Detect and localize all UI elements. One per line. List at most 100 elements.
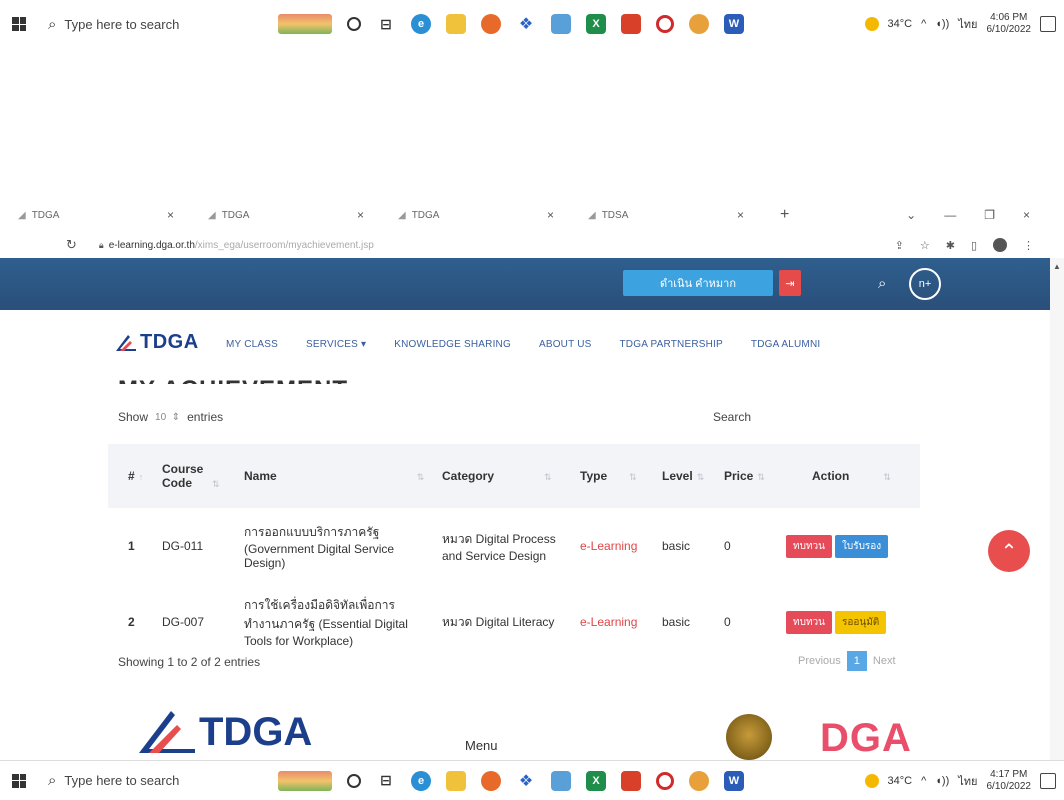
- col-num[interactable]: # ↑: [108, 444, 156, 508]
- chrome-icon[interactable]: [689, 14, 709, 34]
- chrome-icon[interactable]: [689, 770, 709, 791]
- file-explorer-icon[interactable]: [446, 14, 466, 34]
- firefox-icon[interactable]: [481, 770, 501, 791]
- edge-icon[interactable]: e: [411, 14, 431, 34]
- url-host[interactable]: e-learning.dga.or.th: [109, 240, 195, 251]
- nav-about-us[interactable]: ABOUT US: [539, 339, 592, 350]
- dropbox-icon[interactable]: ❖: [516, 14, 536, 34]
- col-name[interactable]: Name ⇅: [238, 444, 436, 508]
- sidebar-icon[interactable]: ▯: [971, 239, 977, 252]
- clock[interactable]: 4:06 PM 6/10/2022: [987, 12, 1032, 36]
- clock[interactable]: 4:17 PM 6/10/2022: [987, 769, 1032, 793]
- pending-approval-button[interactable]: รออนุมัติ: [834, 610, 887, 634]
- excel-icon[interactable]: X: [586, 14, 606, 34]
- cortana-icon[interactable]: [347, 17, 361, 31]
- restore-icon[interactable]: ❐: [984, 208, 995, 222]
- extensions-icon[interactable]: ✱: [946, 239, 955, 252]
- widgets-icon[interactable]: [278, 770, 332, 791]
- clock-date: 6/10/2022: [986, 780, 1032, 792]
- col-price[interactable]: Price ⇅: [718, 444, 780, 508]
- review-button[interactable]: ทบทวน: [786, 610, 832, 634]
- opera-icon[interactable]: [656, 15, 674, 33]
- speaker-icon[interactable]: ◖)): [935, 775, 949, 787]
- edge-icon[interactable]: e: [411, 770, 431, 791]
- new-tab-icon[interactable]: +: [780, 206, 789, 224]
- speaker-icon[interactable]: ◖)): [935, 18, 949, 30]
- entries-select[interactable]: 10 ⇕: [155, 412, 180, 423]
- chevron-up-icon[interactable]: ^: [921, 775, 926, 787]
- review-button[interactable]: ทบทวน: [786, 534, 832, 558]
- task-view-icon[interactable]: ⊟: [376, 771, 396, 791]
- close-tab-icon[interactable]: ×: [167, 208, 174, 222]
- network-app-icon[interactable]: [551, 14, 571, 34]
- menu-dots-icon[interactable]: ⋮: [1023, 239, 1034, 252]
- certificate-button[interactable]: ใบรับรอง: [834, 534, 889, 558]
- windows-start-icon[interactable]: [12, 17, 26, 31]
- logout-icon[interactable]: ⇥: [779, 270, 801, 296]
- browser-tab[interactable]: ◢ TDGA ×: [190, 208, 380, 222]
- firefox-icon[interactable]: [481, 14, 501, 34]
- close-tab-icon[interactable]: ×: [547, 208, 554, 222]
- scroll-to-top-button[interactable]: ⌃: [988, 530, 1030, 572]
- opera-icon[interactable]: [656, 771, 674, 790]
- page-scrollbar[interactable]: [1050, 258, 1064, 760]
- widgets-icon[interactable]: [278, 14, 332, 34]
- table-search-label[interactable]: Search: [713, 410, 751, 424]
- pager-next[interactable]: Next: [873, 655, 896, 667]
- windows-start-icon[interactable]: [12, 773, 26, 788]
- profile-icon[interactable]: [993, 238, 1007, 252]
- weather-icon[interactable]: [864, 773, 879, 788]
- tdga-logo[interactable]: TDGA: [114, 331, 199, 354]
- nav-tdga-alumni[interactable]: TDGA ALUMNI: [751, 339, 820, 350]
- chevron-up-icon[interactable]: ^: [921, 18, 926, 30]
- nav-my-class[interactable]: MY CLASS: [226, 339, 278, 350]
- dga-logo[interactable]: DGA: [820, 716, 912, 761]
- lock-icon[interactable]: 🔒︎: [99, 240, 104, 251]
- pager-current[interactable]: 1: [846, 651, 867, 671]
- nav-tdga-partnership[interactable]: TDGA PARTNERSHIP: [620, 339, 723, 350]
- browser-tab[interactable]: ◢ TDGA ×: [0, 208, 190, 222]
- url-path[interactable]: /xims_ega/userroom/myachievement.jsp: [195, 240, 374, 251]
- browser-tab[interactable]: ◢ TDGA ×: [380, 208, 570, 222]
- user-avatar[interactable]: n+: [909, 268, 941, 300]
- col-type[interactable]: Type ⇅: [574, 444, 656, 508]
- tab-search-icon[interactable]: ⌄: [906, 208, 916, 222]
- scroll-up-arrow-icon[interactable]: ▲: [1053, 262, 1061, 271]
- taskbar-search[interactable]: ⌕ Type here to search: [48, 16, 248, 33]
- footer-tdga-logo[interactable]: TDGA: [135, 707, 312, 755]
- dropbox-icon[interactable]: ❖: [516, 771, 536, 791]
- row-category: หมวด Digital Literacy: [442, 614, 555, 629]
- file-explorer-icon[interactable]: [446, 770, 466, 791]
- tray-lang[interactable]: ไทย: [958, 772, 977, 790]
- browser-tab-active[interactable]: ◢ TDSA ×: [570, 208, 760, 222]
- col-action[interactable]: Action ⇅: [780, 444, 920, 508]
- office-icon[interactable]: [621, 14, 641, 34]
- notification-icon[interactable]: [1040, 772, 1056, 789]
- reload-icon[interactable]: ↻: [66, 237, 77, 253]
- nav-knowledge-sharing[interactable]: KNOWLEDGE SHARING: [394, 339, 511, 350]
- minimize-icon[interactable]: —: [944, 208, 956, 222]
- tray-lang[interactable]: ไทย: [958, 15, 977, 33]
- notification-icon[interactable]: [1040, 16, 1056, 32]
- bookmark-star-icon[interactable]: ☆: [920, 239, 930, 252]
- network-app-icon[interactable]: [551, 770, 571, 791]
- close-window-icon[interactable]: ×: [1023, 208, 1030, 222]
- weather-icon[interactable]: [864, 17, 879, 31]
- col-category[interactable]: Category ⇅: [436, 444, 574, 508]
- close-tab-icon[interactable]: ×: [357, 208, 364, 222]
- office-icon[interactable]: [621, 770, 641, 791]
- user-name-button[interactable]: ดำเนิน คำหมาก: [623, 270, 773, 296]
- close-tab-icon[interactable]: ×: [737, 208, 744, 222]
- word-icon[interactable]: W: [724, 14, 744, 34]
- share-icon[interactable]: ⇪: [895, 239, 904, 252]
- nav-services[interactable]: SERVICES ▾: [306, 339, 366, 350]
- pager-previous[interactable]: Previous: [798, 655, 841, 667]
- search-icon[interactable]: ⌕: [878, 275, 886, 292]
- col-level[interactable]: Level ⇅: [656, 444, 718, 508]
- taskbar-search[interactable]: ⌕ Type here to search: [48, 772, 248, 789]
- task-view-icon[interactable]: ⊟: [376, 14, 396, 34]
- cortana-icon[interactable]: [347, 773, 361, 788]
- col-course-code[interactable]: Course Code ⇅: [156, 444, 238, 508]
- word-icon[interactable]: W: [724, 770, 744, 791]
- excel-icon[interactable]: X: [586, 770, 606, 791]
